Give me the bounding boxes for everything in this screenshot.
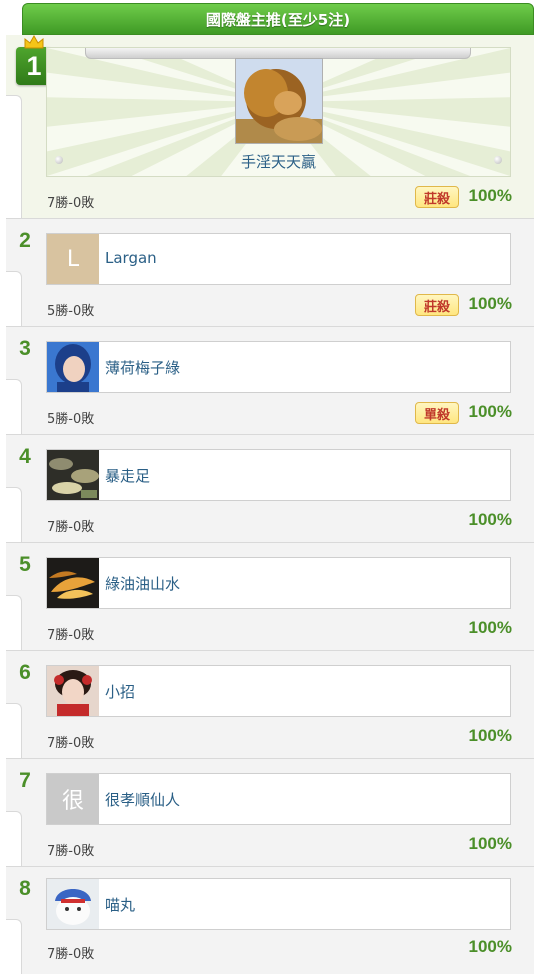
win-loss-record: 7勝-0敗 bbox=[47, 520, 95, 535]
win-loss-record: 7勝-0敗 bbox=[47, 196, 95, 211]
featured-spotlight[interactable]: 手淫天天贏 bbox=[46, 47, 511, 177]
avatar[interactable] bbox=[47, 879, 99, 929]
avatar-letter: 很 bbox=[61, 789, 84, 814]
rank-number: 6 bbox=[19, 661, 31, 684]
win-loss-record: 5勝-0敗 bbox=[47, 304, 95, 319]
win-rate: 100% bbox=[468, 510, 512, 529]
win-rate: 100% bbox=[468, 402, 512, 421]
win-rate: 100% bbox=[468, 726, 512, 745]
member-card[interactable]: L Largan bbox=[46, 233, 511, 285]
avatar[interactable] bbox=[47, 558, 99, 608]
rank-tab bbox=[6, 919, 22, 974]
win-rate: 100% bbox=[468, 937, 512, 956]
leaderboard-entry-1[interactable]: 1 手淫天天贏 7勝-0敗 莊殺 100% bbox=[6, 35, 534, 218]
leaderboard-entry-3[interactable]: 3 薄荷梅子綠 5勝-0敗 單殺 100% bbox=[6, 326, 534, 434]
member-card[interactable]: 暴走足 bbox=[46, 449, 511, 501]
rank-number: 4 bbox=[19, 445, 31, 468]
member-name[interactable]: 很孝順仙人 bbox=[105, 789, 180, 810]
crown-icon bbox=[24, 35, 44, 49]
rank-tab bbox=[6, 811, 22, 866]
member-name[interactable]: 薄荷梅子綠 bbox=[105, 357, 180, 378]
rank-number: 3 bbox=[19, 337, 31, 360]
avatar[interactable]: 很 bbox=[47, 774, 99, 824]
member-name[interactable]: 暴走足 bbox=[105, 465, 150, 486]
rank-tab bbox=[6, 703, 22, 758]
money-avatar-image bbox=[47, 450, 99, 500]
bet-type-badge: 單殺 bbox=[415, 402, 459, 424]
lion-avatar-image bbox=[236, 59, 322, 143]
leaderboard-entry-7[interactable]: 7 很 很孝順仙人 7勝-0敗 100% bbox=[6, 758, 534, 866]
bet-type-badge: 莊殺 bbox=[415, 186, 459, 208]
avatar[interactable] bbox=[235, 58, 323, 144]
member-card[interactable]: 喵丸 bbox=[46, 878, 511, 930]
rank-number: 7 bbox=[19, 769, 31, 792]
rank-tab bbox=[6, 595, 22, 650]
leaderboard-entry-6[interactable]: 6 小招 7勝-0敗 100% bbox=[6, 650, 534, 758]
member-name[interactable]: Largan bbox=[105, 249, 157, 267]
member-card[interactable]: 很 很孝順仙人 bbox=[46, 773, 511, 825]
member-name[interactable]: 手淫天天贏 bbox=[47, 151, 510, 172]
win-loss-record: 7勝-0敗 bbox=[47, 736, 95, 751]
rank-tab bbox=[6, 271, 22, 326]
win-rate: 100% bbox=[468, 834, 512, 853]
panel-header: 國際盤主推(至少5注) bbox=[22, 3, 534, 35]
person-avatar-image bbox=[47, 342, 99, 392]
leaderboard-entry-5[interactable]: 5 綠油油山水 7勝-0敗 100% bbox=[6, 542, 534, 650]
rank-number: 5 bbox=[19, 553, 31, 576]
member-card[interactable]: 小招 bbox=[46, 665, 511, 717]
rank-number: 1 bbox=[26, 50, 42, 81]
win-loss-record: 7勝-0敗 bbox=[47, 947, 95, 962]
rank-number: 8 bbox=[19, 877, 31, 900]
win-loss-record: 5勝-0敗 bbox=[47, 412, 95, 427]
win-rate: 100% bbox=[468, 294, 512, 313]
avatar[interactable] bbox=[47, 342, 99, 392]
member-name[interactable]: 喵丸 bbox=[105, 894, 135, 915]
win-loss-record: 7勝-0敗 bbox=[47, 628, 95, 643]
member-name[interactable]: 綠油油山水 bbox=[105, 573, 180, 594]
leaderboard-entry-2[interactable]: 2 L Largan 5勝-0敗 莊殺 100% bbox=[6, 218, 534, 326]
member-card[interactable]: 薄荷梅子綠 bbox=[46, 341, 511, 393]
avatar[interactable] bbox=[47, 666, 99, 716]
rank-number: 2 bbox=[19, 229, 31, 252]
bet-type-badge: 莊殺 bbox=[415, 294, 459, 316]
rank-tab bbox=[6, 379, 22, 434]
win-rate: 100% bbox=[468, 186, 512, 205]
cat-avatar-image bbox=[47, 879, 99, 929]
leaderboard-entry-4[interactable]: 4 暴走足 7勝-0敗 100% bbox=[6, 434, 534, 542]
avatar-letter: L bbox=[66, 246, 80, 272]
win-rate: 100% bbox=[468, 618, 512, 637]
girl-avatar-image bbox=[47, 666, 99, 716]
rank-tab bbox=[6, 487, 22, 542]
fish-avatar-image bbox=[47, 558, 99, 608]
member-name[interactable]: 小招 bbox=[105, 681, 135, 702]
member-card[interactable]: 綠油油山水 bbox=[46, 557, 511, 609]
win-loss-record: 7勝-0敗 bbox=[47, 844, 95, 859]
rank-tab bbox=[6, 95, 22, 218]
avatar[interactable]: L bbox=[47, 234, 99, 284]
avatar[interactable] bbox=[47, 450, 99, 500]
panel-title: 國際盤主推(至少5注) bbox=[205, 10, 351, 29]
leaderboard-entry-8[interactable]: 8 喵丸 7勝-0敗 100% bbox=[6, 866, 534, 974]
